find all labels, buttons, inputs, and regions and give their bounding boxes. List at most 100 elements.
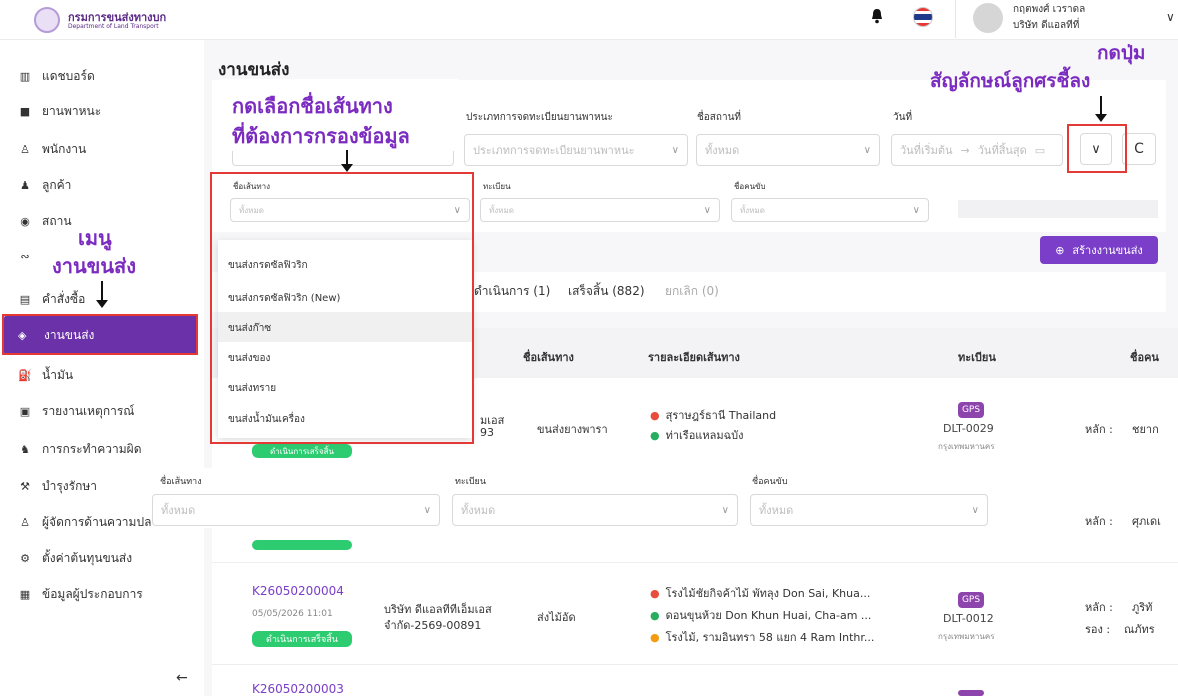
row3-stop-3: ● โรงไม้, รามอินทรา 58 แยก 4 Ram Inthr... <box>650 628 874 646</box>
row3-datetime: 05/05/2026 11:01 <box>252 609 333 619</box>
place-label: ชื่อสถานที่ <box>697 112 741 123</box>
stop-text: ดอนขุนห้วย Don Khun Huai, Cha-am ... <box>665 609 872 622</box>
bell-icon[interactable] <box>870 8 884 24</box>
cog-icon: ⚙ <box>20 552 30 565</box>
plate-select-2[interactable]: ทั้งหมด ∨ <box>452 494 738 526</box>
plate-placeholder: ทั้งหมด <box>461 504 496 517</box>
sidebar-item-fuel[interactable]: ⛽ น้ำมัน <box>18 366 73 385</box>
row3-route: ส่งไม้อัด <box>537 611 576 624</box>
date-arrow: → <box>960 143 970 157</box>
clipboard-icon: ▤ <box>19 293 31 306</box>
gps-badge: GPS <box>958 402 984 418</box>
wrench-icon: ⚒ <box>20 480 30 493</box>
status-badge: ดำเนินการเสร็จสิ้น <box>252 631 352 647</box>
row1-company-tail: 93 <box>480 426 494 439</box>
report-icon: ▣ <box>19 405 31 418</box>
sidebar-item-label: น้ำมัน <box>42 368 74 382</box>
stop-text: โรงไม้, รามอินทรา 58 แยก 4 Ram Inthr... <box>665 631 875 644</box>
tab-in-progress[interactable]: ดำเนินการ (1) <box>474 282 550 301</box>
reg-type-label: ประเภทการจดทะเบียนยานพาหนะ <box>466 112 613 123</box>
annotation-arrowhead-menu <box>96 300 108 308</box>
col-route-name: ชื่อเส้นทาง <box>523 351 574 364</box>
sidebar-item-label: คำสั่งซื้อ <box>42 292 86 306</box>
reg-type-select[interactable]: ประเภทการจดทะเบียนยานพาหนะ ∨ <box>464 134 688 166</box>
header-divider <box>955 0 956 38</box>
sidebar-item-locations[interactable]: ◉ สถาน <box>18 212 72 231</box>
calendar-icon: ▭ <box>1034 143 1046 157</box>
sidebar-item-offenses[interactable]: ♞ การกระทำความผิด <box>18 440 141 459</box>
chevron-down-icon: ∨ <box>912 204 920 216</box>
driver-select[interactable]: ทั้งหมด ∨ <box>731 198 929 222</box>
sidebar-item-operator-info[interactable]: ▦ ข้อมูลผู้ประกอบการ <box>18 585 143 604</box>
create-transport-job-button[interactable]: ⊕ สร้างงานขนส่ง <box>1040 236 1158 264</box>
reg-type-placeholder: ประเภทการจดทะเบียนยานพาหนะ <box>473 144 635 157</box>
plate-placeholder: ทั้งหมด <box>489 205 514 215</box>
building-icon: ▦ <box>19 588 31 601</box>
sidebar-item-maintenance[interactable]: ⚒ บำรุงรักษา <box>18 477 97 496</box>
row-divider <box>212 562 1178 563</box>
annotation-box-menu <box>2 314 198 355</box>
thai-flag-icon[interactable] <box>913 7 933 27</box>
place-select[interactable]: ทั้งหมด ∨ <box>696 134 880 166</box>
sidebar-item-orders[interactable]: ▤ คำสั่งซื้อ <box>18 290 86 309</box>
sidebar-item-routes[interactable]: ∾ <box>18 250 42 263</box>
sidebar-item-vehicles[interactable]: ■ ยานพาหนะ <box>18 102 101 121</box>
row1-plate: DLT-0029 <box>943 422 994 435</box>
sidebar-item-safety-manager[interactable]: ♙ ผู้จัดการด้านความปลอ <box>18 513 159 532</box>
manager-icon: ♙ <box>20 516 30 529</box>
pin-green-icon: ● <box>650 608 660 622</box>
row4-job-id[interactable]: K26050200003 <box>252 682 344 696</box>
chevron-down-icon: ∨ <box>863 144 871 156</box>
chevron-down-icon: ∨ <box>703 204 711 216</box>
refresh-button[interactable]: C <box>1122 133 1156 165</box>
sidebar-item-label: พนักงาน <box>42 142 87 156</box>
plate-label-2: ทะเบียน <box>455 477 486 487</box>
gps-badge <box>958 690 984 696</box>
status-badge <box>252 540 352 550</box>
chevron-down-icon: ∨ <box>671 144 679 156</box>
sidebar-item-label: สถาน <box>42 214 72 228</box>
route-icon: ∾ <box>20 250 30 263</box>
filter-gap <box>958 200 1158 218</box>
driver-placeholder: ทั้งหมด <box>740 205 765 215</box>
chevron-down-icon[interactable]: ∨ <box>1166 10 1175 24</box>
driver-select-2[interactable]: ทั้งหมด ∨ <box>750 494 988 526</box>
route-select-2[interactable]: ทั้งหมด ∨ <box>152 494 440 526</box>
sidebar-item-employees[interactable]: ♙ พนักงาน <box>18 140 86 159</box>
sidebar-item-label: ผู้จัดการด้านความปลอ <box>42 515 159 529</box>
annotation-arrowhead-route <box>341 164 353 172</box>
route-label-2: ชื่อเส้นทาง <box>160 477 202 487</box>
tab-completed[interactable]: เสร็จสิ้น (882) <box>568 282 645 301</box>
row-divider <box>212 664 1178 665</box>
sidebar-item-cost-settings[interactable]: ⚙ ตั้งค่าต้นทุนขนส่ง <box>18 549 132 568</box>
row3-job-id[interactable]: K26050200004 <box>252 584 344 598</box>
col-plate: ทะเบียน <box>958 351 996 364</box>
chevron-down-icon: ∨ <box>423 504 431 516</box>
collapse-sidebar-icon[interactable]: ← <box>176 670 188 686</box>
pin-red-icon: ● <box>650 586 660 600</box>
col-driver: ชื่อคน <box>1130 351 1159 364</box>
date-range-input[interactable]: วันที่เริ่มต้น → วันที่สิ้นสุด ▭ <box>891 134 1063 166</box>
logo-title-en: Department of Land Transport <box>68 23 159 30</box>
date-start: วันที่เริ่มต้น <box>900 144 953 157</box>
users-icon: ♟ <box>20 179 30 192</box>
col-route-detail: รายละเอียดเส้นทาง <box>648 351 740 364</box>
create-button-label: สร้างงานขนส่ง <box>1072 244 1143 257</box>
pin-red-icon: ● <box>650 408 660 422</box>
offense-icon: ♞ <box>20 443 30 456</box>
pin-orange-icon: ● <box>650 630 660 644</box>
driver-placeholder: ทั้งหมด <box>759 504 794 517</box>
dlt-logo-icon <box>34 7 60 33</box>
plate-select[interactable]: ทั้งหมด ∨ <box>480 198 720 222</box>
pin-icon: ◉ <box>20 215 30 228</box>
avatar[interactable] <box>973 3 1003 33</box>
tab-cancelled[interactable]: ยกเลิก (0) <box>665 282 719 301</box>
row1-stop-1: ● สุราษฎร์ธานี Thailand <box>650 406 776 424</box>
sidebar-item-customers[interactable]: ♟ ลูกค้า <box>18 176 71 195</box>
driver-label: ชื่อคนขับ <box>734 182 766 191</box>
sidebar-item-incident-report[interactable]: ▣ รายงานเหตุการณ์ <box>18 402 135 421</box>
row3-driver-name-2: ณภัทร <box>1124 623 1155 636</box>
sidebar-item-dashboard[interactable]: ▥ แดชบอร์ด <box>18 67 95 86</box>
truck-icon: ■ <box>19 105 31 118</box>
annotation-route-line1: กดเลือกชื่อเส้นทาง <box>232 94 393 118</box>
